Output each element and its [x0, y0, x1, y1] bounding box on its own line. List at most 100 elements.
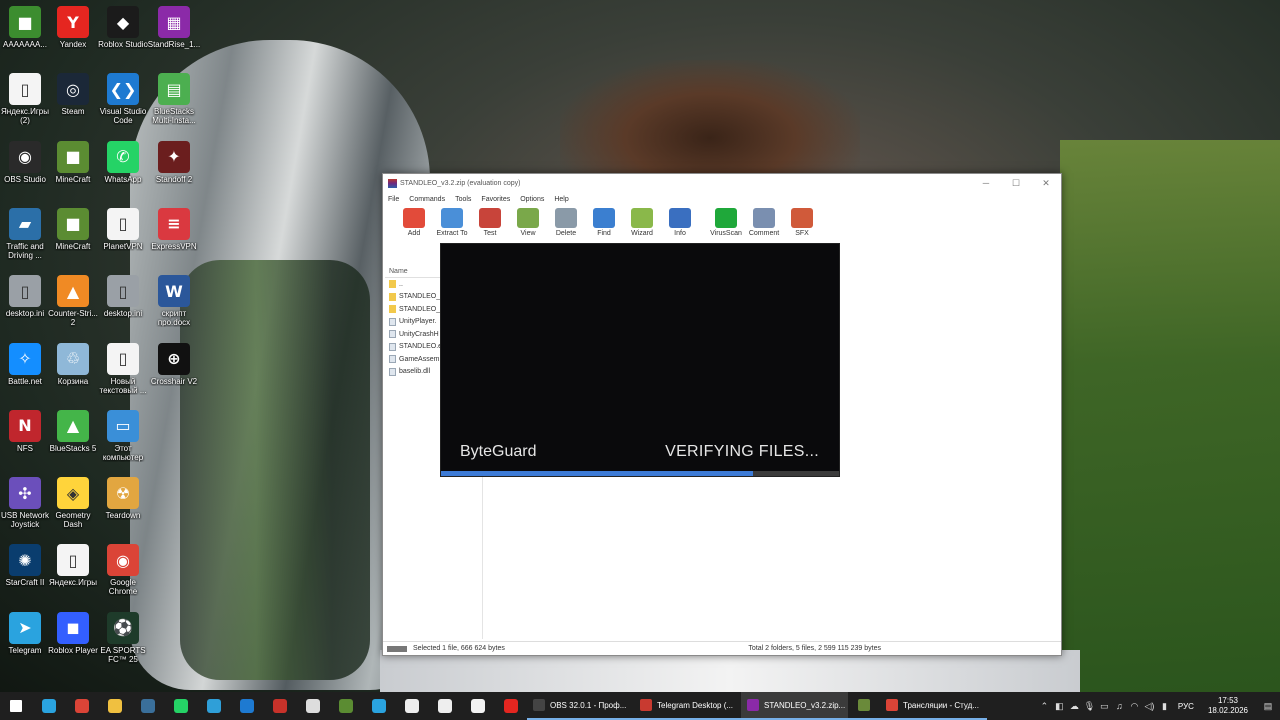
byteguard-status: VERIFYING FILES... — [665, 443, 819, 460]
desktop-icon[interactable]: ⚽ EA SPORTS FC™ 25 — [95, 611, 151, 664]
toolbar-button-label: View — [520, 230, 536, 237]
desktop-icon-label: Корзина — [57, 376, 89, 386]
wifi-icon[interactable]: ◠ — [1127, 701, 1142, 712]
battery-icon[interactable]: ▮ — [1157, 701, 1172, 712]
toolbar-button[interactable]: VirusScan — [707, 206, 745, 237]
desktop-icon[interactable]: ▲ BlueStacks 5 — [45, 409, 101, 453]
desktop-icon-image: ◎ — [57, 73, 89, 106]
desktop-icon[interactable]: ◆ Roblox Studio — [95, 6, 151, 49]
desktop-icon[interactable]: ◼ Roblox Player — [45, 611, 101, 655]
desktop-icon[interactable]: ▯ Яндекс.Игры — [45, 544, 101, 587]
desktop-icon[interactable]: ◈ Geometry Dash — [45, 477, 101, 529]
chevron-up-icon[interactable]: ⌃ — [1037, 701, 1052, 712]
desktop-icon[interactable]: ◎ Steam — [45, 73, 101, 116]
desktop-icon[interactable]: ☢ Teardown — [95, 477, 151, 520]
network-icon[interactable]: ◧ — [1052, 701, 1067, 712]
menu-item[interactable]: Tools — [455, 196, 471, 203]
menu-item[interactable]: Options — [520, 196, 544, 203]
menu-item[interactable]: File — [388, 196, 399, 203]
toolbar-button[interactable]: Test — [471, 206, 509, 237]
toolbar-button-label: Add — [407, 230, 421, 237]
toolbar-button[interactable]: View — [509, 206, 547, 237]
toolbar-button[interactable]: Wizard — [623, 206, 661, 237]
desktop-icon[interactable]: Wскрипт про.docx — [146, 275, 202, 327]
file-explorer-icon[interactable] — [98, 692, 131, 720]
menu-item[interactable]: Favorites — [481, 196, 510, 203]
desktop-icon[interactable]: ▯ desktop.ini — [95, 275, 151, 318]
desktop-icon[interactable]: Y Yandex — [45, 6, 101, 49]
desktop-icon-image: ▭ — [107, 409, 139, 442]
desktop-icon[interactable]: ▯ PlanetVPN — [95, 207, 151, 251]
toolbar-button-label: SFX — [795, 230, 809, 237]
status-selected: Selected 1 file, 666 624 bytes — [413, 645, 505, 652]
language-indicator[interactable]: РУС — [1172, 702, 1200, 711]
toolbar-button-icon — [753, 208, 775, 228]
desktop-icon-label: Crosshair V2 — [150, 376, 198, 386]
display-icon[interactable]: ▭ — [1097, 701, 1112, 712]
chrome-icon[interactable] — [65, 692, 98, 720]
desktop-icon[interactable]: ✦ Standoff 2 — [146, 140, 202, 184]
app-icon[interactable] — [263, 692, 296, 720]
telegram-icon[interactable] — [32, 692, 65, 720]
microphone-icon[interactable]: 🎙 — [1082, 701, 1097, 712]
volume-icon[interactable]: ◁) — [1142, 701, 1157, 712]
toolbar-button[interactable]: Find — [585, 206, 623, 237]
windows-start-icon[interactable] — [0, 692, 32, 720]
taskbar-app[interactable]: Telegram Desktop (... — [634, 692, 741, 720]
desktop-icon[interactable]: ▯ Новый текстовый ... — [95, 342, 151, 395]
menu-item[interactable]: Help — [554, 196, 568, 203]
document-icon[interactable] — [428, 692, 461, 720]
store-icon[interactable] — [296, 692, 329, 720]
toolbar-button[interactable]: SFX — [783, 206, 821, 237]
minecraft-icon[interactable] — [329, 692, 362, 720]
file-name: baselib.dll — [399, 368, 431, 376]
desktop-icon-image: ◈ — [57, 477, 89, 510]
close-icon[interactable]: ✕ — [1031, 178, 1061, 189]
taskbar-app[interactable]: STANDLEO_v3.2.zip... — [741, 692, 848, 720]
taskbar-app[interactable]: OBS 32.0.1 - Проф... — [527, 692, 634, 720]
desktop-icon[interactable]: ♲ Корзина — [45, 342, 101, 386]
desktop-icon-image: ■ — [57, 140, 89, 173]
toolbar-button[interactable]: Extract To — [433, 206, 471, 237]
desktop-icon[interactable]: ■ MineCraft — [45, 140, 101, 184]
clock[interactable]: 17:53 18.02.2026 — [1200, 696, 1256, 716]
minimize-icon[interactable]: ─ — [971, 178, 1001, 189]
desktop-icon[interactable]: ▭ Этот компьютер — [95, 409, 151, 462]
taskbar-app[interactable] — [848, 692, 880, 720]
desktop-icon[interactable]: ≡ ExpressVPN — [146, 207, 202, 251]
desktop-icon-image: ▲ — [57, 275, 89, 308]
maximize-icon[interactable]: ☐ — [1001, 178, 1031, 189]
notifications-icon[interactable]: ▤ — [1256, 701, 1280, 712]
headset-icon[interactable]: ♫ — [1112, 701, 1127, 711]
whatsapp-icon-image — [173, 699, 188, 713]
toolbar-button[interactable]: Delete — [547, 206, 585, 237]
document-icon[interactable] — [395, 692, 428, 720]
desktop-icon[interactable]: ⊕ Crosshair V2 — [146, 342, 202, 386]
desktop-icon[interactable]: ◉ Google Chrome — [95, 544, 151, 596]
desktop-icon[interactable]: ■ MineCraft — [45, 207, 101, 251]
byteguard-progress-track — [441, 471, 839, 476]
vscode-icon[interactable] — [230, 692, 263, 720]
toolbar-button[interactable]: Info — [661, 206, 699, 237]
file-icon — [389, 355, 396, 364]
whatsapp-icon[interactable] — [164, 692, 197, 720]
yandex-icon[interactable] — [494, 692, 527, 720]
desktop-icon[interactable]: ❮❯ Visual Studio Code — [95, 73, 151, 125]
taskbar-app[interactable]: Трансляции - Студ... — [880, 692, 987, 720]
toolbar-button[interactable]: Add — [395, 206, 433, 237]
winrar-title-bar[interactable]: STANDLEO_v3.2.zip (evaluation copy) ─ ☐ … — [383, 174, 1061, 192]
desktop-icon[interactable]: ✆ WhatsApp — [95, 140, 151, 184]
desktop-icon[interactable]: ▦ StandRise_1... — [146, 6, 202, 49]
telegram-icon[interactable] — [362, 692, 395, 720]
desktop-icon[interactable]: ▲ Counter-Stri... 2 — [45, 275, 101, 327]
edge-icon[interactable] — [197, 692, 230, 720]
desktop-icon-label: Counter-Stri... 2 — [48, 309, 98, 328]
desktop-icon-label: Yandex — [59, 40, 87, 49]
toolbar-button-icon — [669, 208, 691, 228]
steam-icon[interactable] — [131, 692, 164, 720]
cloud-icon[interactable]: ☁ — [1067, 701, 1082, 712]
desktop-icon[interactable]: ▤ BlueStacks Multi-Insta... — [146, 73, 202, 125]
yandex-browser-icon[interactable] — [461, 692, 494, 720]
menu-item[interactable]: Commands — [409, 196, 445, 203]
toolbar-button[interactable]: Comment — [745, 206, 783, 237]
